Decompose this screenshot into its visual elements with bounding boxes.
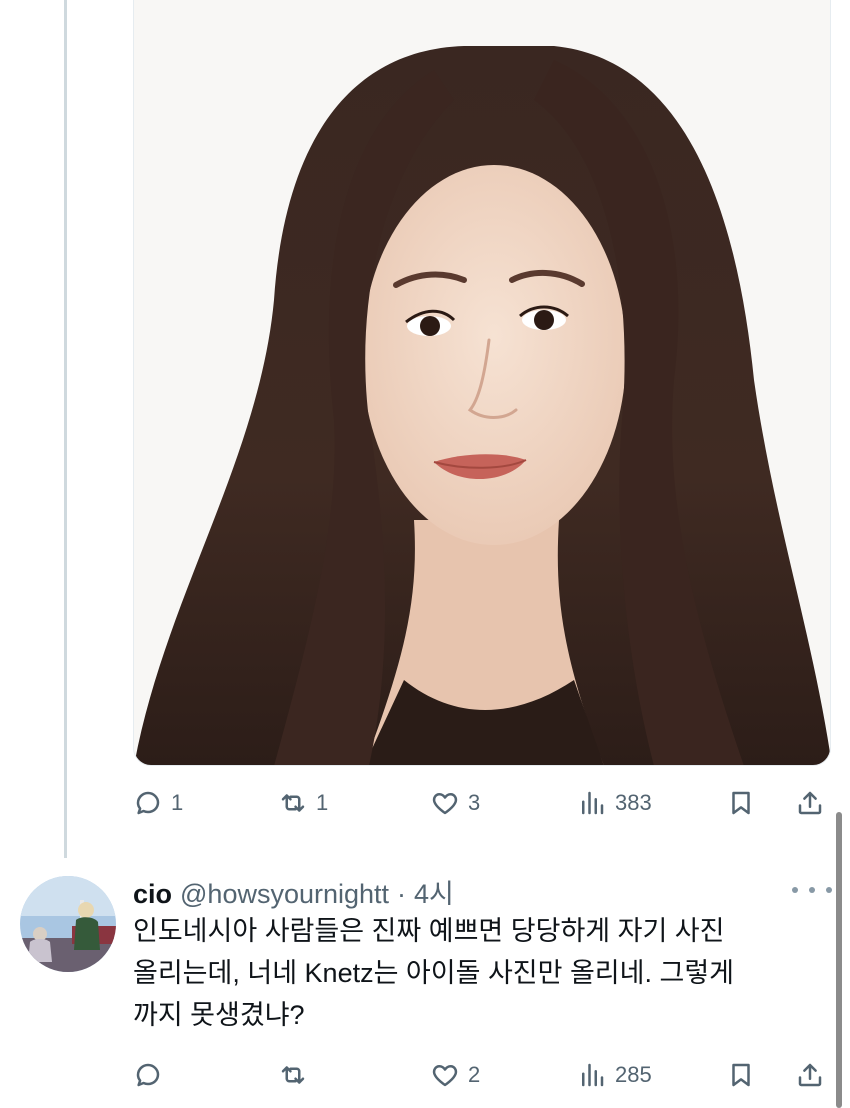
like-icon [432,1065,458,1087]
share-icon [798,1063,822,1087]
retweet-count: 1 [316,790,329,815]
tweet-photo[interactable] [133,0,831,766]
views-button[interactable]: 285 [577,1055,652,1095]
share-button[interactable] [795,1055,825,1095]
more-icon [826,887,832,893]
avatar[interactable] [20,876,116,972]
timestamp[interactable]: 4시 [414,872,454,911]
more-icon [792,887,798,893]
scrollbar[interactable] [836,812,842,1108]
views-icon [582,1063,604,1087]
like-button[interactable]: 3 [430,783,480,823]
reply-icon [136,1063,160,1087]
reply-header: cio @howsyournightt · 4시 [133,872,454,911]
more-button[interactable] [792,878,832,902]
reply-icon [136,791,160,815]
views-count: 285 [615,1062,652,1087]
share-button[interactable] [795,783,825,823]
reply-text: 인도네시아 사람들은 진짜 예쁘면 당당하게 자기 사진 올리는데, 너네 Kn… [133,910,833,1036]
retweet-button[interactable]: 1 [278,783,328,823]
bookmark-button[interactable] [726,1055,756,1095]
retweet-icon [281,794,305,812]
tweet-action-bar: 1 1 3 383 [133,783,833,823]
reply-count: 1 [171,790,184,815]
bookmark-icon [732,1063,750,1087]
user-handle[interactable]: @howsyournightt [180,879,389,910]
portrait-image [134,0,830,765]
share-icon [798,791,822,815]
views-count: 383 [615,790,652,815]
views-button[interactable]: 383 [577,783,652,823]
views-icon [582,791,604,815]
separator-dot: · [397,879,407,909]
thread-line [64,0,67,858]
reply-button[interactable] [133,1055,171,1095]
reply-text-line: 까지 못생겼냐? [133,1000,305,1030]
like-count: 2 [468,1062,481,1087]
more-icon [809,887,815,893]
avatar-image [20,876,116,972]
reply-text-line: 인도네시아 사람들은 진짜 예쁘면 당당하게 자기 사진 [133,916,725,946]
bookmark-button[interactable] [726,783,756,823]
like-count: 3 [468,790,481,815]
reply-text-line: 올리는데, 너네 Knetz는 아이돌 사진만 올리네. 그렇게 [133,958,735,988]
display-name[interactable]: cio [133,879,172,910]
like-icon [432,793,458,815]
retweet-icon [281,1066,305,1084]
like-button[interactable]: 2 [430,1055,480,1095]
reply-action-bar: 2 285 [133,1055,833,1095]
reply-button[interactable]: 1 [133,783,183,823]
bookmark-icon [732,791,750,815]
retweet-button[interactable] [278,1055,316,1095]
